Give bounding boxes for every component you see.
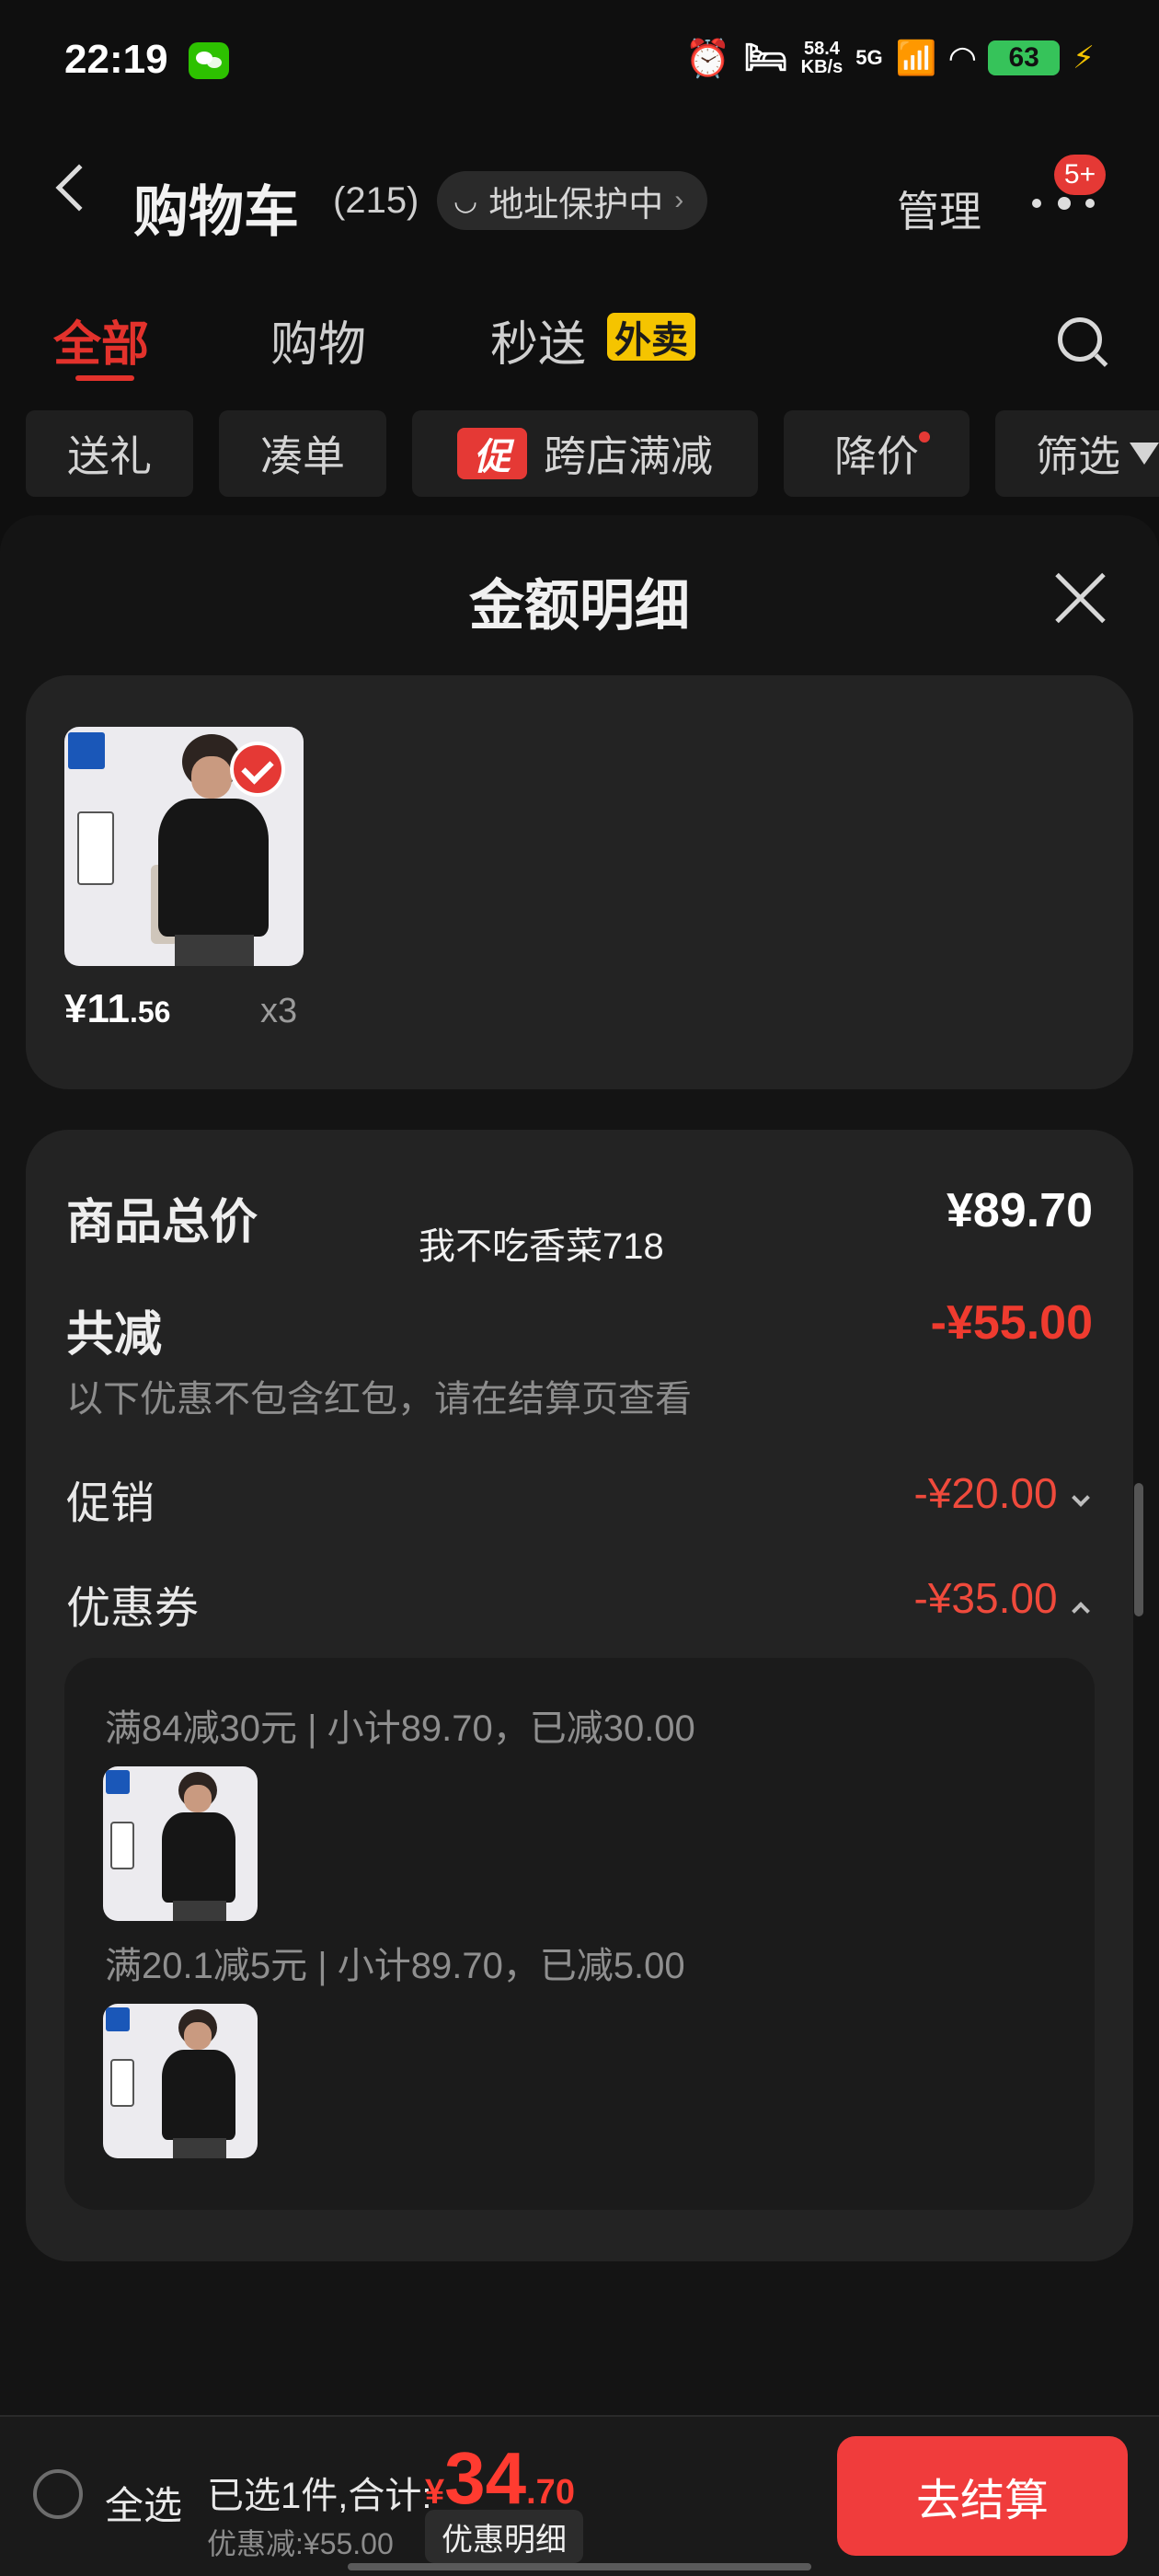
network-type: 5G [855, 46, 883, 69]
filter-cross-store-label: 跨店满减 [544, 432, 713, 480]
promotion-row-toggle[interactable]: -¥20.00 [913, 1468, 1090, 1518]
cart-count: (215) [333, 180, 419, 221]
coupon-rule-1: 满84减30元 | 小计89.70，已减30.00 [105, 1708, 695, 1749]
chevron-right-icon: › [674, 185, 684, 215]
promotion-label: 促销 [66, 1479, 155, 1528]
chevron-up-icon [1072, 1601, 1090, 1620]
filter-gift[interactable]: 送礼 [26, 410, 193, 497]
charging-icon: ⚡ [1073, 40, 1095, 75]
close-icon[interactable] [1050, 569, 1109, 627]
model-pants [173, 2138, 226, 2158]
product-tag-card [110, 2059, 134, 2107]
status-bar: 22:19 ⏰ 🛏 58.4 KB/s 5G 📶 ◠ 63 ⚡ [0, 0, 1159, 120]
model-face [191, 756, 232, 799]
page-title: 购物车 [133, 181, 299, 243]
discount-summary: 优惠减:¥55.00 [207, 2527, 394, 2560]
tab-shopping[interactable]: 购物 [270, 305, 366, 374]
tab-all[interactable]: 全部 [53, 305, 149, 374]
total-reduce-value: -¥55.00 [930, 1296, 1093, 1350]
waimai-badge: 外卖 [607, 313, 695, 361]
filter-bundle-label: 凑单 [260, 432, 345, 480]
total-price: ¥34.70 [425, 2437, 575, 2519]
filter-cross-store[interactable]: 促 跨店满减 [412, 410, 758, 497]
search-icon[interactable] [1058, 317, 1102, 362]
filter-more-label: 筛选 [1036, 432, 1120, 480]
coupon-row-toggle[interactable]: -¥35.00 [913, 1573, 1090, 1623]
wechat-notification-icon [189, 42, 229, 79]
brand-logo [106, 2007, 130, 2031]
select-all-label[interactable]: 全选 [105, 2475, 182, 2531]
battery-icon: 63 [988, 40, 1061, 75]
goods-total-value: ¥89.70 [946, 1184, 1093, 1237]
sheet-title: 金额明细 [469, 575, 690, 637]
filter-price-drop[interactable]: 降价 [784, 410, 970, 497]
checkout-label: 去结算 [915, 2477, 1049, 2525]
address-protect-pill[interactable]: ◡ 地址保护中 › [437, 171, 708, 230]
wifi-icon: ◠ [949, 39, 976, 76]
watermark-text: 我不吃香菜718 [419, 1226, 664, 1267]
discount-detail-label: 优惠明细 [442, 2522, 567, 2558]
black-tshirt [162, 1812, 235, 1903]
filter-gift-label: 送礼 [67, 432, 152, 480]
goods-total-label: 商品总价 [66, 1196, 258, 1249]
home-indicator[interactable] [348, 2563, 811, 2570]
scrollbar[interactable] [1134, 1483, 1143, 1616]
selected-summary: 已选1件,合计: [207, 2476, 432, 2516]
network-speed: 58.4 KB/s [800, 39, 843, 77]
brand-logo [106, 1770, 130, 1794]
manage-button[interactable]: 管理 [897, 178, 981, 239]
total-reduce-label: 共减 [66, 1308, 163, 1362]
promo-tag-icon: 促 [457, 428, 527, 479]
funnel-icon [1130, 443, 1159, 465]
filter-more[interactable]: 筛选 [995, 410, 1159, 497]
item-price: ¥11.56 [64, 986, 171, 1031]
coupon-product-image-1[interactable] [103, 1766, 258, 1921]
item-quantity: x3 [260, 992, 298, 1030]
coupon-product-image-2[interactable] [103, 2004, 258, 2158]
status-time: 22:19 [64, 37, 168, 82]
new-dot [916, 429, 933, 445]
model-pants [173, 1901, 226, 1921]
chevron-down-icon [1072, 1488, 1090, 1507]
discount-detail-button[interactable]: 优惠明细 [425, 2510, 583, 2563]
black-tshirt [158, 799, 269, 937]
back-icon[interactable] [55, 164, 103, 212]
more-icon[interactable] [1028, 193, 1102, 212]
alarm-icon: ⏰ [684, 38, 731, 79]
address-protect-label: 地址保护中 [488, 185, 664, 224]
status-icons: ⏰ 🛏 58.4 KB/s 5G 📶 ◠ 63 ⚡ [685, 35, 1095, 81]
message-badge: 5+ [1054, 155, 1106, 195]
model-pants [175, 935, 254, 966]
smile-icon: ◡ [453, 185, 478, 216]
filter-price-drop-label: 降价 [834, 432, 919, 480]
checkout-button[interactable]: 去结算 [837, 2436, 1128, 2556]
tab-express[interactable]: 秒送 [490, 305, 586, 374]
coupon-rule-2: 满20.1减5元 | 小计89.70，已减5.00 [105, 1946, 685, 1986]
tab-underline [75, 375, 134, 381]
model-face [184, 1785, 212, 1812]
signal-icon: 📶 [895, 39, 937, 76]
checked-icon [230, 742, 285, 797]
reduce-note: 以下优惠不包含红包，请在结算页查看 [66, 1379, 692, 1420]
coupon-label: 优惠券 [66, 1584, 200, 1633]
black-tshirt [162, 2050, 235, 2140]
product-tag-card [110, 1822, 134, 1869]
sleep-mode-icon: 🛏 [743, 39, 788, 77]
select-all-radio[interactable] [33, 2469, 83, 2519]
coupon-value: -¥35.00 [913, 1574, 1058, 1622]
model-face [184, 2022, 212, 2050]
brand-logo [68, 732, 105, 769]
promotion-value: -¥20.00 [913, 1469, 1058, 1517]
filter-bundle[interactable]: 凑单 [219, 410, 386, 497]
product-tag-card [77, 811, 114, 885]
